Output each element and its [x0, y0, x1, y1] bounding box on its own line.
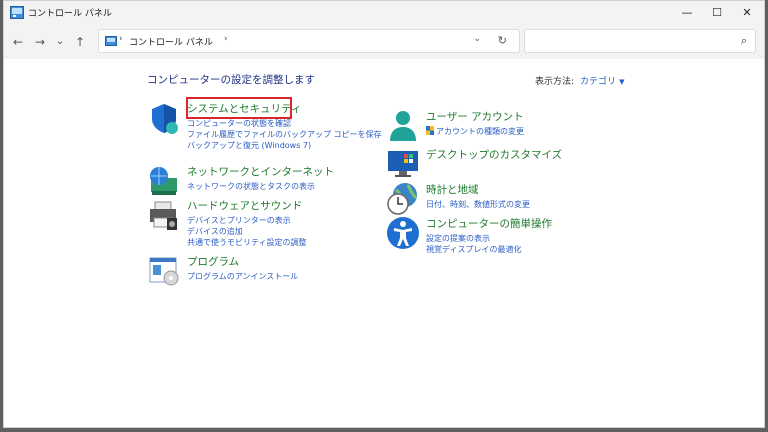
clock-globe-icon[interactable]	[386, 182, 420, 216]
category-title-clock-region[interactable]: 時計と地域	[426, 182, 479, 197]
link-mobility-settings[interactable]: 共通で使うモビリティ設定の調整	[187, 237, 307, 248]
refresh-button[interactable]: ↻	[498, 34, 507, 47]
category-title-hardware-sound[interactable]: ハードウェアとサウンド	[187, 198, 302, 213]
category-title-programs[interactable]: プログラム	[187, 254, 239, 269]
programs-icon[interactable]	[147, 254, 181, 288]
link-network-status[interactable]: ネットワークの状態とタスクの表示	[187, 181, 315, 192]
control-panel-small-icon	[105, 36, 117, 46]
globe-network-icon[interactable]	[147, 164, 181, 198]
address-dropdown-icon[interactable]: ⌄	[473, 34, 481, 44]
link-change-account-type[interactable]: アカウントの種類の変更	[426, 126, 524, 137]
search-input[interactable]: ⌕	[524, 29, 756, 53]
monitor-icon[interactable]	[386, 147, 420, 181]
control-panel-window: コントロール パネル — ☐ ✕ ← → ⌄ ↑ › コントロール パネル › …	[3, 0, 765, 428]
breadcrumb-control-panel[interactable]: コントロール パネル	[129, 35, 213, 48]
link-change-account-type-label: アカウントの種類の変更	[436, 127, 524, 136]
category-title-user-accounts[interactable]: ユーザー アカウント	[426, 109, 524, 124]
window-title: コントロール パネル	[28, 9, 112, 19]
link-optimize-display[interactable]: 視覚ディスプレイの最適化	[426, 244, 521, 255]
shield-icon[interactable]	[147, 101, 181, 135]
page-heading: コンピューターの設定を調整します	[147, 74, 315, 86]
link-add-device[interactable]: デバイスの追加	[187, 226, 307, 237]
recent-locations-button[interactable]: ⌄	[52, 34, 68, 50]
link-date-time-format[interactable]: 日付、時刻、数値形式の変更	[426, 199, 530, 210]
category-title-network-internet[interactable]: ネットワークとインターネット	[187, 164, 334, 179]
printer-icon[interactable]	[147, 198, 181, 232]
chevron-down-icon[interactable]: ▼	[619, 78, 624, 86]
highlight-box	[186, 97, 292, 119]
breadcrumb-separator: ›	[119, 34, 123, 44]
view-by-label: 表示方法:	[535, 77, 575, 87]
view-by-selector[interactable]: 表示方法: カテゴリ ▼	[535, 74, 624, 87]
breadcrumb-separator-end[interactable]: ›	[224, 34, 228, 44]
address-bar[interactable]: › コントロール パネル › ⌄ ↻	[98, 29, 520, 53]
back-button[interactable]: ←	[10, 34, 26, 50]
maximize-button[interactable]: ☐	[702, 1, 732, 25]
uac-shield-icon	[426, 126, 434, 135]
category-title-ease-of-access[interactable]: コンピューターの簡単操作	[426, 216, 552, 231]
category-title-appearance[interactable]: デスクトップのカスタマイズ	[426, 147, 562, 162]
navigation-bar: ← → ⌄ ↑ › コントロール パネル › ⌄ ↻ ⌕	[4, 25, 764, 59]
user-icon[interactable]	[386, 109, 420, 143]
search-icon[interactable]: ⌕	[741, 34, 747, 48]
minimize-button[interactable]: —	[672, 1, 702, 25]
up-button[interactable]: ↑	[72, 34, 88, 50]
link-file-history-backup[interactable]: ファイル履歴でファイルのバックアップ コピーを保存	[187, 129, 382, 140]
forward-button[interactable]: →	[32, 34, 48, 50]
title-bar: コントロール パネル — ☐ ✕	[4, 1, 764, 25]
view-by-value[interactable]: カテゴリ	[580, 77, 616, 87]
link-uninstall-program[interactable]: プログラムのアンインストール	[187, 271, 298, 282]
link-check-computer-status[interactable]: コンピューターの状態を確認	[187, 118, 382, 129]
control-panel-icon	[10, 6, 24, 19]
link-devices-printers[interactable]: デバイスとプリンターの表示	[187, 215, 307, 226]
link-settings-suggestions[interactable]: 設定の提案の表示	[426, 233, 521, 244]
close-button[interactable]: ✕	[732, 1, 762, 25]
link-backup-restore[interactable]: バックアップと復元 (Windows 7)	[187, 140, 382, 151]
accessibility-icon[interactable]	[386, 216, 420, 250]
